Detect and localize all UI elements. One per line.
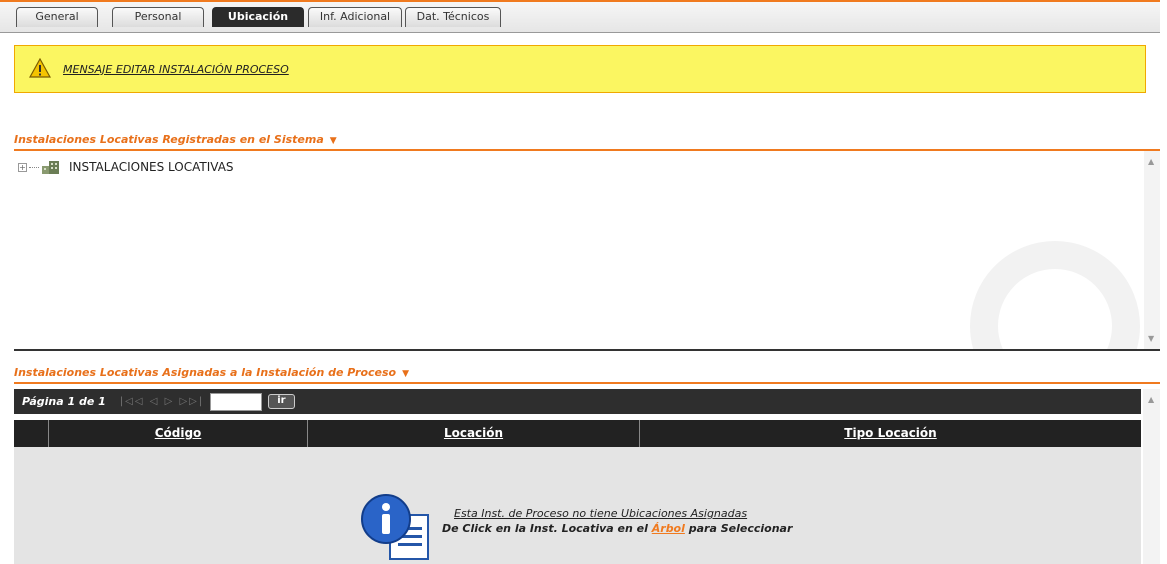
arbol-link[interactable]: Árbol [652,522,685,535]
empty-message: Esta Inst. de Proceso no tiene Ubicacion… [360,493,792,563]
expand-plus-icon[interactable]: + [18,162,27,172]
tab-general[interactable]: General [16,7,98,27]
hint-prefix: De Click en la Inst. Locativa en el [442,522,648,535]
registered-section-title-text: Instalaciones Locativas Registradas en e… [14,133,324,146]
tree-connector [29,166,39,168]
grid-scrollbar[interactable]: ▲ [1143,389,1160,564]
info-icon [361,494,429,560]
collapse-caret-icon[interactable]: ▼ [330,134,337,148]
hint-suffix: para Seleccionar [688,522,793,535]
registered-section-title: Instalaciones Locativas Registradas en e… [14,133,1160,151]
grid-body: Esta Inst. de Proceso no tiene Ubicacion… [14,447,1141,564]
tree-node-label[interactable]: INSTALACIONES LOCATIVAS [69,160,234,174]
column-header-codigo[interactable]: Código [48,420,307,447]
building-icon [42,161,59,174]
tab-dat-tecnicos[interactable]: Dat. Técnicos [405,7,501,27]
warning-message-link[interactable]: MENSAJE EDITAR INSTALACIÓN PROCESO [63,63,289,76]
assigned-section-title-text: Instalaciones Locativas Asignadas a la I… [14,366,397,379]
tree-scrollbar[interactable]: ▲ ▼ [1144,151,1160,349]
column-header-select [14,420,48,447]
warning-banner: MENSAJE EDITAR INSTALACIÓN PROCESO [14,45,1146,93]
collapse-caret-icon[interactable]: ▼ [402,367,409,381]
tab-bar: General Personal Ubicación Inf. Adiciona… [0,0,1160,33]
empty-message-hint: De Click en la Inst. Locativa en el Árbo… [442,522,792,535]
tab-personal[interactable]: Personal [112,7,204,27]
tab-inf-adicional[interactable]: Inf. Adicional [308,7,402,27]
scroll-up-icon[interactable]: ▲ [1148,157,1154,166]
gear-watermark-icon [970,241,1140,349]
grid-header: Código Locación Tipo Locación [14,420,1141,447]
pager-nav-icons[interactable]: |◁◁ ◁ ▷ ▷▷| [120,396,204,407]
assigned-section-title: Instalaciones Locativas Asignadas a la I… [14,366,1160,384]
page-number-input[interactable] [210,392,263,411]
column-header-locacion[interactable]: Locación [307,420,639,447]
pager-bar: Página 1 de 1 |◁◁ ◁ ▷ ▷▷| ir [14,389,1141,414]
warning-icon [29,58,51,78]
tree-panel: + INSTALACIONES LOCATIVAS ▲ ▼ [14,151,1160,351]
page-indicator: Página 1 de 1 [22,395,106,408]
tree-node-root[interactable]: + INSTALACIONES LOCATIVAS [18,159,234,175]
go-button[interactable]: ir [268,394,295,409]
scroll-down-icon[interactable]: ▼ [1148,334,1154,343]
empty-message-title: Esta Inst. de Proceso no tiene Ubicacion… [454,507,748,520]
scroll-up-icon[interactable]: ▲ [1148,395,1154,404]
column-header-tipo-locacion[interactable]: Tipo Locación [639,420,1141,447]
tab-ubicacion[interactable]: Ubicación [212,7,304,27]
assigned-grid: Página 1 de 1 |◁◁ ◁ ▷ ▷▷| ir Código Loca… [14,389,1160,564]
